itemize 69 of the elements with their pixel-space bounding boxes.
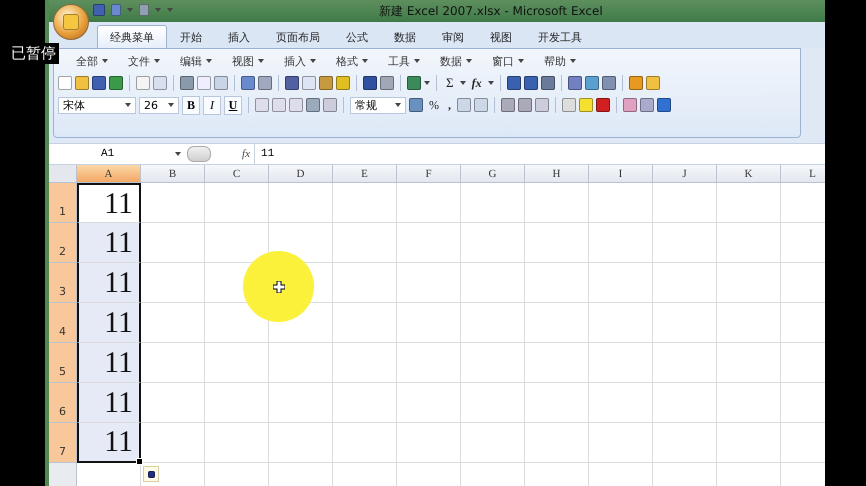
formula-field[interactable]: 11 bbox=[255, 148, 274, 160]
window-title: 新建 Excel 2007.xlsx - Microsoft Excel bbox=[379, 3, 603, 20]
column-header[interactable]: H bbox=[525, 165, 589, 183]
caret-icon[interactable] bbox=[488, 81, 494, 85]
ribbon-tab[interactable]: 页面布局 bbox=[263, 25, 333, 48]
menu-item[interactable]: 数据 bbox=[430, 54, 482, 68]
column-header[interactable]: F bbox=[397, 165, 461, 183]
comma-button[interactable]: , bbox=[445, 98, 454, 112]
insert-function-button[interactable]: fx bbox=[242, 148, 250, 160]
table-cell[interactable]: 11 bbox=[77, 343, 141, 383]
italic-button[interactable]: I bbox=[203, 96, 221, 114]
bold-button[interactable]: B bbox=[182, 96, 200, 114]
sum-button[interactable]: Σ bbox=[443, 75, 457, 91]
column-header[interactable]: I bbox=[589, 165, 653, 183]
underline-button[interactable]: U bbox=[224, 96, 242, 114]
fill-handle[interactable] bbox=[136, 458, 143, 465]
name-box[interactable]: A1 bbox=[49, 148, 187, 160]
caret-icon[interactable] bbox=[460, 81, 466, 85]
ribbon-tab[interactable]: 插入 bbox=[215, 25, 263, 48]
font-field[interactable]: 宋体 bbox=[58, 96, 136, 114]
ribbon-tab[interactable]: 开发工具 bbox=[525, 25, 595, 48]
caret-icon[interactable] bbox=[424, 81, 430, 85]
menu-item[interactable]: 窗口 bbox=[482, 54, 534, 68]
move-cursor-icon bbox=[272, 280, 284, 292]
table-cell[interactable]: 11 bbox=[77, 263, 141, 303]
table-cell[interactable]: 11 bbox=[77, 183, 141, 223]
column-header[interactable]: D bbox=[269, 165, 333, 183]
column-header[interactable]: B bbox=[141, 165, 205, 183]
menu-item[interactable]: 工具 bbox=[378, 54, 430, 68]
table-cell[interactable]: 11 bbox=[77, 303, 141, 343]
scroll-handle-icon[interactable] bbox=[187, 146, 211, 162]
column-header[interactable]: C bbox=[205, 165, 269, 183]
column-header[interactable]: G bbox=[461, 165, 525, 183]
column-header[interactable]: E bbox=[333, 165, 397, 183]
menu-item[interactable]: 帮助 bbox=[534, 54, 586, 68]
menu-item[interactable]: 编辑 bbox=[170, 54, 222, 68]
customize-caret-icon[interactable] bbox=[167, 8, 173, 12]
menu-item[interactable]: 格式 bbox=[326, 54, 378, 68]
menu-item[interactable]: 视图 bbox=[222, 54, 274, 68]
column-header[interactable]: K bbox=[717, 165, 781, 183]
percent-button[interactable]: % bbox=[426, 98, 442, 112]
menu-item[interactable]: 文件 bbox=[118, 54, 170, 68]
row-header[interactable]: 4 bbox=[49, 303, 77, 343]
column-header[interactable]: J bbox=[653, 165, 717, 183]
row-header[interactable]: 7 bbox=[49, 423, 77, 463]
function-button[interactable]: fx bbox=[468, 76, 485, 90]
paste-options-icon[interactable] bbox=[143, 466, 159, 482]
ribbon-tab[interactable]: 视图 bbox=[477, 25, 525, 48]
table-cell[interactable]: 11 bbox=[77, 423, 141, 463]
select-all-corner[interactable] bbox=[49, 165, 77, 183]
menu-item[interactable]: 插入 bbox=[274, 54, 326, 68]
ribbon-tab[interactable]: 开始 bbox=[167, 25, 215, 48]
row-header[interactable]: 5 bbox=[49, 343, 77, 383]
table-cell[interactable]: 11 bbox=[77, 223, 141, 263]
row-header[interactable]: 1 bbox=[49, 183, 77, 223]
row-header[interactable]: 6 bbox=[49, 383, 77, 423]
ribbon-tab[interactable]: 数据 bbox=[381, 25, 429, 48]
office-button[interactable] bbox=[53, 4, 89, 40]
row-header[interactable]: 2 bbox=[49, 223, 77, 263]
ribbon-tab[interactable]: 审阅 bbox=[429, 25, 477, 48]
column-header[interactable]: A bbox=[77, 165, 141, 183]
font-size-field[interactable]: 26 bbox=[139, 96, 179, 114]
number-format-field[interactable]: 常规 bbox=[350, 96, 406, 114]
menu-item[interactable]: 全部 bbox=[66, 54, 118, 68]
column-header[interactable]: L bbox=[781, 165, 825, 183]
ribbon-tab[interactable]: 经典菜单 bbox=[97, 25, 167, 48]
row-header[interactable]: 3 bbox=[49, 263, 77, 303]
table-cell[interactable]: 11 bbox=[77, 383, 141, 423]
ribbon-tab[interactable]: 公式 bbox=[333, 25, 381, 48]
